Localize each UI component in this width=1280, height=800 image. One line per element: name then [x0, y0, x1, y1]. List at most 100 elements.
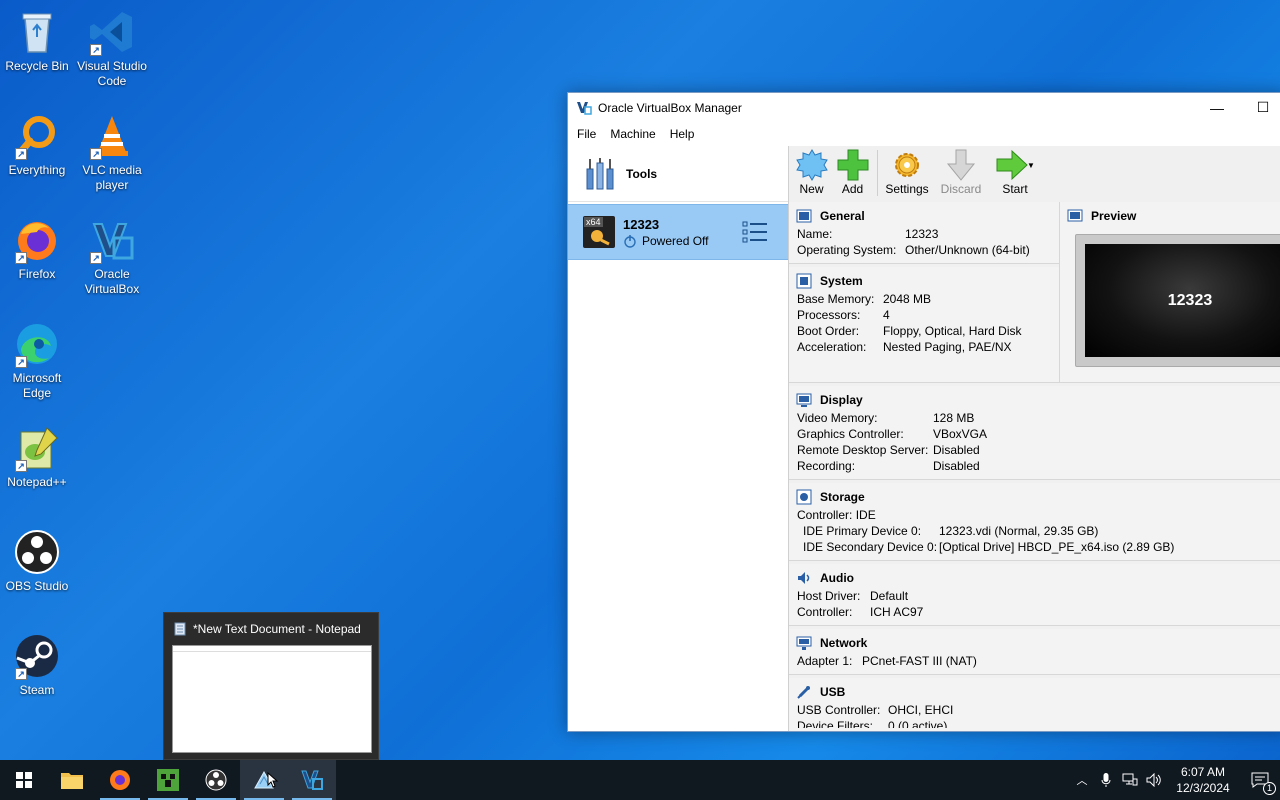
firefox-icon: ↗ [13, 216, 61, 264]
clock-date: 12/3/2024 [1176, 781, 1230, 795]
menu-file[interactable]: File [570, 127, 603, 141]
taskbar-file-explorer[interactable] [48, 760, 96, 800]
edge-icon: ↗ [13, 320, 61, 368]
desktop-icon-edge[interactable]: ↗ Microsoft Edge [1, 320, 73, 401]
display-title: Display [820, 393, 863, 407]
desktop-icon-label: OBS Studio [5, 579, 69, 593]
vlc-icon: ↗ [88, 112, 136, 160]
start-button[interactable]: ▼ Start [989, 148, 1041, 196]
detail-key: IDE Primary Device 0: [803, 524, 922, 538]
desktop-icon-virtualbox[interactable]: ↗ Oracle VirtualBox [76, 216, 148, 297]
menu-help[interactable]: Help [663, 127, 702, 141]
storage-icon [796, 489, 812, 505]
detail-value: 12323 [905, 227, 939, 241]
settings-button[interactable]: Settings [881, 148, 933, 196]
network-icon [1122, 773, 1138, 786]
title-bar[interactable]: Oracle VirtualBox Manager — ☐ [568, 93, 1280, 122]
vm-name: 12323 [623, 216, 660, 232]
mouse-cursor-icon [267, 772, 279, 788]
discard-button[interactable]: Discard [935, 148, 987, 196]
tools-label: Tools [626, 166, 658, 181]
discard-label: Discard [940, 182, 982, 196]
detail-value: 128 MB [933, 411, 975, 425]
vm-state: Powered Off [642, 233, 709, 248]
taskbar: ︿ 6:07 AM 12/3/2024 1 [0, 760, 1280, 800]
toolbar-separator [877, 150, 878, 196]
audio-title: Audio [820, 571, 854, 585]
tray-volume[interactable] [1142, 760, 1166, 800]
general-title: General [820, 209, 865, 223]
tray-network[interactable] [1118, 760, 1142, 800]
new-button[interactable]: New [792, 148, 831, 196]
desktop-icon-notepadpp[interactable]: ↗ Notepad++ [1, 424, 73, 490]
detail-key: Acceleration: [797, 340, 867, 354]
detail-value: 2048 MB [883, 292, 932, 306]
settings-gear-icon [895, 153, 919, 177]
detail-key: Video Memory: [797, 411, 878, 425]
desktop-icon-obs[interactable]: OBS Studio [1, 528, 73, 594]
maximize-button[interactable]: ☐ [1240, 93, 1280, 122]
notepad-taskbar-thumbnail[interactable]: *New Text Document - Notepad [163, 612, 379, 760]
action-center-button[interactable]: 1 [1240, 760, 1280, 800]
detail-key: Adapter 1: [797, 654, 853, 668]
start-menu-button[interactable] [0, 760, 48, 800]
machine-list-pane: Tools x64 12323 Powered Off [568, 146, 789, 731]
section-preview: Preview 12323 [1059, 202, 1280, 383]
minimize-button[interactable]: — [1194, 93, 1240, 122]
display-icon [796, 393, 812, 407]
network-icon [796, 636, 812, 650]
taskbar-virtualbox[interactable] [288, 760, 336, 800]
preview-vm-name: 12323 [1167, 291, 1213, 309]
clock-time: 6:07 AM [1180, 765, 1226, 779]
section-system: System Base Memory: 2048 MB Processors: 4 … [789, 267, 1059, 383]
add-button[interactable]: Add [833, 148, 872, 196]
detail-value: Default [870, 589, 909, 603]
section-network: Network Adapter 1: PCnet-FAST III (NAT) [789, 629, 1280, 675]
detail-key: Device Filters: [797, 719, 874, 728]
vm-list-item[interactable]: x64 12323 Powered Off [568, 204, 788, 260]
tools-item[interactable]: Tools [568, 146, 788, 202]
menu-machine[interactable]: Machine [603, 127, 662, 141]
desktop-icon-recycle-bin[interactable]: Recycle Bin [1, 8, 73, 74]
minimize-icon: — [1210, 99, 1224, 116]
desktop-icon-everything[interactable]: ↗ Everything [1, 112, 73, 178]
taskbar-firefox[interactable] [96, 760, 144, 800]
desktop-icon-label: Microsoft Edge [12, 371, 62, 400]
details-pane: New Add Settings Discard ▼ Start General… [789, 146, 1280, 731]
menu-bar: File Machine Help [568, 122, 1280, 146]
detail-value: [Optical Drive] HBCD_PE_x64.iso (2.89 GB… [939, 540, 1175, 554]
taskbar-clock[interactable]: 6:07 AM 12/3/2024 [1166, 764, 1240, 796]
detail-key: Boot Order: [797, 324, 860, 338]
shortcut-arrow-icon: ↗ [90, 252, 102, 264]
taskbar-obs[interactable] [192, 760, 240, 800]
firefox-icon [110, 770, 130, 790]
thumbnail-title: *New Text Document - Notepad [193, 622, 361, 636]
tray-overflow-button[interactable]: ︿ [1070, 760, 1094, 800]
new-label: New [799, 182, 824, 196]
detail-value: PCnet-FAST III (NAT) [862, 654, 977, 668]
vm-details-menu-icon[interactable] [742, 220, 768, 244]
desktop-icon-steam[interactable]: ↗ Steam [1, 632, 73, 698]
detail-value: OHCI, EHCI [888, 703, 954, 717]
desktop-icon-vscode[interactable]: ↗ Visual Studio Code [76, 8, 148, 89]
taskbar-notepad[interactable] [240, 760, 288, 800]
tools-icon [586, 157, 614, 189]
tray-microphone[interactable] [1094, 760, 1118, 800]
vscode-icon: ↗ [88, 8, 136, 56]
shortcut-arrow-icon: ↗ [90, 44, 102, 56]
virtualbox-icon: ↗ [88, 216, 136, 264]
shortcut-arrow-icon: ↗ [15, 460, 27, 472]
detail-value: Disabled [933, 459, 980, 473]
shortcut-arrow-icon: ↗ [15, 252, 27, 264]
taskbar-minecraft[interactable] [144, 760, 192, 800]
obs-icon [13, 528, 61, 576]
desktop-icon-vlc[interactable]: ↗ VLC media player [76, 112, 148, 193]
details-sections: General Name: 12323 Operating System: Othe… [789, 202, 1280, 731]
desktop-icon-firefox[interactable]: ↗ Firefox [1, 216, 73, 282]
windows-logo-icon [16, 772, 32, 788]
chevron-down-icon[interactable]: ▼ [1027, 161, 1035, 170]
start-label: Start [1002, 182, 1028, 196]
detail-key: Remote Desktop Server: [797, 443, 929, 457]
notepadpp-icon: ↗ [13, 424, 61, 472]
network-title: Network [820, 636, 868, 650]
